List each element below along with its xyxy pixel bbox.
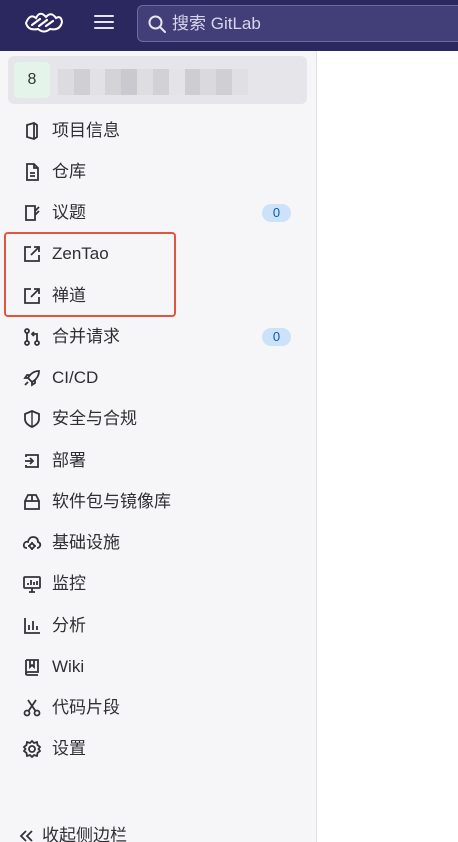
sidebar-item-cicd[interactable]: CI/CD bbox=[8, 360, 307, 396]
sidebar-item-chandao[interactable]: 禅道 bbox=[8, 278, 307, 314]
external-link-icon bbox=[24, 246, 40, 262]
sidebar-item-label: CI/CD bbox=[52, 368, 99, 387]
sidebar-item-snippets[interactable]: 代码片段 bbox=[8, 690, 307, 726]
sidebar-item-label: ZenTao bbox=[52, 244, 109, 263]
sidebar-item-deployments[interactable]: 部署 bbox=[8, 443, 307, 479]
scissors-icon bbox=[23, 699, 41, 717]
sidebar-item-label: 监控 bbox=[52, 574, 86, 593]
double-chevron-left-icon bbox=[19, 830, 33, 842]
merge-request-icon bbox=[24, 328, 40, 346]
sidebar-item-repository[interactable]: 仓库 bbox=[8, 154, 307, 190]
cloud-gear-icon bbox=[22, 536, 42, 550]
repository-icon bbox=[26, 163, 39, 181]
book-icon bbox=[25, 659, 39, 676]
project-info-icon bbox=[26, 122, 38, 140]
search-input[interactable] bbox=[172, 11, 458, 37]
gitlab-logo-icon[interactable] bbox=[20, 7, 66, 37]
top-navbar bbox=[0, 0, 458, 51]
project-avatar: 8 bbox=[14, 62, 50, 98]
sidebar-item-issues[interactable]: 议题 0 bbox=[8, 195, 307, 231]
collapse-sidebar-label: 收起侧边栏 bbox=[42, 826, 127, 842]
sidebar-item-label: 合并请求 bbox=[52, 327, 120, 346]
sidebar-item-label: 代码片段 bbox=[52, 698, 120, 717]
gear-icon bbox=[22, 739, 42, 759]
shield-icon bbox=[24, 410, 40, 428]
deployments-icon bbox=[25, 454, 39, 468]
sidebar-item-analytics[interactable]: 分析 bbox=[8, 608, 307, 644]
collapse-sidebar-button[interactable]: 收起侧边栏 bbox=[8, 821, 307, 842]
sidebar-item-label: 分析 bbox=[52, 616, 86, 635]
sidebar-item-zentao[interactable]: ZenTao bbox=[8, 236, 307, 272]
sidebar-item-label: 基础设施 bbox=[52, 533, 120, 552]
sidebar-item-label: 禅道 bbox=[52, 286, 86, 305]
sidebar-item-label: 议题 bbox=[52, 203, 86, 222]
sidebar: 8 项目信息 仓库 议题 0 ZenTao 禅道 合并请求 0 CI/CD 安全… bbox=[0, 51, 317, 842]
package-icon bbox=[24, 494, 40, 510]
sidebar-item-label: 部署 bbox=[52, 451, 86, 470]
sidebar-item-settings[interactable]: 设置 bbox=[8, 731, 307, 767]
sidebar-item-wiki[interactable]: Wiki bbox=[8, 649, 307, 685]
sidebar-item-security[interactable]: 安全与合规 bbox=[8, 401, 307, 437]
sidebar-item-packages[interactable]: 软件包与镜像库 bbox=[8, 484, 307, 520]
sidebar-item-label: Wiki bbox=[52, 657, 85, 676]
sidebar-item-monitor[interactable]: 监控 bbox=[8, 566, 307, 602]
sidebar-item-label: 安全与合规 bbox=[52, 409, 137, 428]
main-menu-button[interactable] bbox=[88, 8, 120, 36]
sidebar-item-project-info[interactable]: 项目信息 bbox=[8, 113, 307, 149]
monitor-icon bbox=[23, 576, 41, 593]
sidebar-item-merge-requests[interactable]: 合并请求 0 bbox=[8, 319, 307, 355]
project-name-blurred bbox=[58, 69, 248, 95]
sidebar-item-label: 设置 bbox=[52, 739, 86, 758]
sidebar-item-label: 软件包与镜像库 bbox=[52, 492, 171, 511]
project-header[interactable]: 8 bbox=[8, 56, 307, 104]
search-icon bbox=[148, 15, 166, 33]
merge-requests-count-badge: 0 bbox=[262, 328, 291, 346]
external-link-icon bbox=[24, 288, 40, 304]
search-box[interactable] bbox=[137, 5, 458, 42]
sidebar-item-infrastructure[interactable]: 基础设施 bbox=[8, 525, 307, 561]
sidebar-item-label: 仓库 bbox=[52, 162, 86, 181]
issues-count-badge: 0 bbox=[262, 204, 291, 222]
issues-icon bbox=[25, 205, 40, 221]
rocket-icon bbox=[23, 370, 40, 387]
chart-icon bbox=[24, 618, 40, 634]
sidebar-item-label: 项目信息 bbox=[52, 121, 120, 140]
